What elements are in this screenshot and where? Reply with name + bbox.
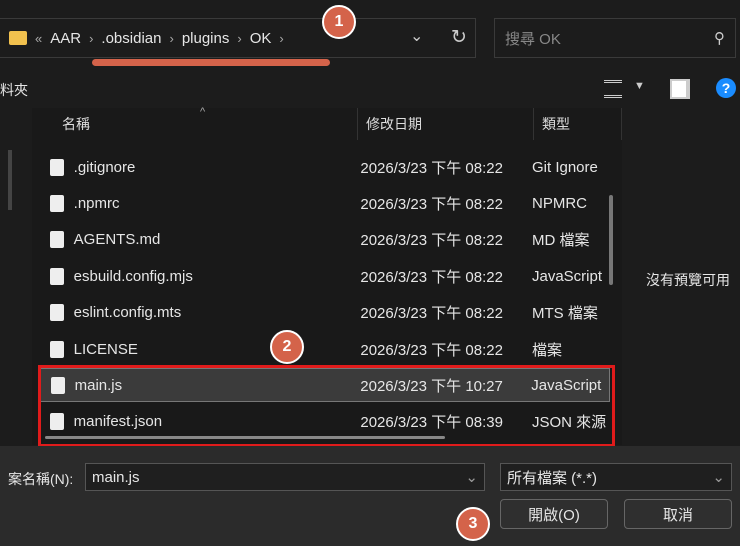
view-list-icon[interactable]: [604, 80, 622, 98]
file-row[interactable]: LICENSE 2026/3/23 下午 08:22 檔案: [40, 332, 610, 366]
file-icon: [50, 231, 64, 249]
file-type: Git Ignore: [531, 158, 598, 176]
column-name[interactable]: 名稱: [32, 108, 358, 140]
chevron-right-icon: ›: [169, 30, 174, 46]
file-icon: [50, 304, 64, 322]
file-date: 2026/3/23 下午 08:22: [360, 195, 503, 213]
crumb-plugins[interactable]: plugins: [182, 30, 230, 47]
file-icon: [50, 267, 64, 285]
file-name: eslint.config.mts: [73, 304, 182, 322]
list-header: 名稱 修改日期 類型: [32, 108, 622, 140]
step-badge-1: 1: [322, 5, 356, 39]
chevron-down-icon: ⌄: [712, 469, 725, 486]
file-row[interactable]: .gitignore 2026/3/23 下午 08:22 Git Ignore: [40, 150, 610, 184]
filename-value: main.js: [92, 468, 140, 486]
column-type[interactable]: 類型: [534, 108, 622, 140]
search-icon: ⚲: [714, 30, 725, 47]
file-date: 2026/3/23 下午 08:22: [360, 341, 503, 359]
view-dropdown-icon[interactable]: ▼: [634, 80, 645, 92]
folder-icon: [9, 31, 27, 45]
file-type: MD 檔案: [531, 232, 590, 250]
nav-scrollbar[interactable]: [8, 150, 12, 210]
vertical-scrollbar[interactable]: [609, 195, 613, 285]
new-folder-button[interactable]: 料夾: [0, 80, 28, 100]
file-date: 2026/3/23 下午 08:22: [360, 268, 503, 286]
file-type-select[interactable]: 所有檔案 (*.*) ⌄: [500, 463, 732, 491]
help-icon[interactable]: ?: [716, 78, 736, 98]
file-name: LICENSE: [73, 340, 138, 358]
file-type-value: 所有檔案 (*.*): [507, 469, 598, 487]
refresh-icon[interactable]: ↻: [451, 26, 467, 49]
file-name: AGENTS.md: [73, 231, 161, 249]
file-type: 檔案: [531, 341, 562, 359]
annotation-underline: [92, 59, 330, 66]
step-badge-3: 3: [456, 507, 490, 541]
file-row[interactable]: esbuild.config.mjs 2026/3/23 下午 08:22 Java…: [40, 259, 610, 293]
file-name: .npmrc: [73, 194, 120, 212]
preview-message: 沒有預覽可用: [646, 272, 730, 288]
chevron-right-icon: ›: [279, 30, 284, 46]
file-icon: [50, 340, 64, 358]
file-row[interactable]: eslint.config.mts 2026/3/23 下午 08:22 MTS 檔…: [40, 296, 610, 330]
cancel-button[interactable]: 取消: [624, 499, 732, 529]
overflow-crumb[interactable]: «: [35, 31, 42, 46]
filename-input[interactable]: main.js ⌄: [85, 463, 485, 491]
crumb-ok[interactable]: OK: [250, 30, 272, 47]
open-button[interactable]: 開啟(O): [500, 499, 608, 529]
file-icon: [50, 158, 64, 176]
column-date[interactable]: 修改日期: [358, 108, 534, 140]
file-name: esbuild.config.mjs: [73, 267, 193, 285]
file-icon: [50, 194, 64, 212]
chevron-right-icon: ›: [89, 30, 94, 46]
chevron-down-icon[interactable]: ⌄: [465, 468, 478, 486]
file-row[interactable]: AGENTS.md 2026/3/23 下午 08:22 MD 檔案: [40, 223, 610, 257]
file-row[interactable]: .npmrc 2026/3/23 下午 08:22 NPMRC: [40, 186, 610, 220]
file-date: 2026/3/23 下午 08:22: [360, 232, 503, 250]
address-bar[interactable]: « AAR › .obsidian › plugins › OK ›: [0, 18, 476, 58]
search-input[interactable]: 搜尋 OK ⚲: [494, 18, 736, 58]
file-date: 2026/3/23 下午 08:22: [360, 305, 503, 323]
chevron-right-icon: ›: [237, 30, 242, 46]
search-placeholder: 搜尋 OK: [505, 30, 561, 48]
file-type: NPMRC: [531, 194, 587, 212]
file-name: .gitignore: [73, 158, 136, 176]
filename-label: 案名稱(N):: [8, 471, 74, 487]
chevron-down-icon[interactable]: ⌄: [410, 26, 423, 46]
sort-ascending-icon: ^: [200, 106, 206, 118]
step-badge-2: 2: [270, 330, 304, 364]
file-type: MTS 檔案: [531, 305, 598, 323]
highlight-box: [38, 365, 615, 447]
file-date: 2026/3/23 下午 08:22: [360, 159, 503, 177]
bottom-panel: [0, 446, 740, 546]
preview-pane-icon[interactable]: [670, 79, 690, 99]
crumb-obsidian[interactable]: .obsidian: [101, 30, 161, 47]
crumb-aar[interactable]: AAR: [50, 30, 81, 47]
file-type: JavaScript: [531, 267, 603, 285]
